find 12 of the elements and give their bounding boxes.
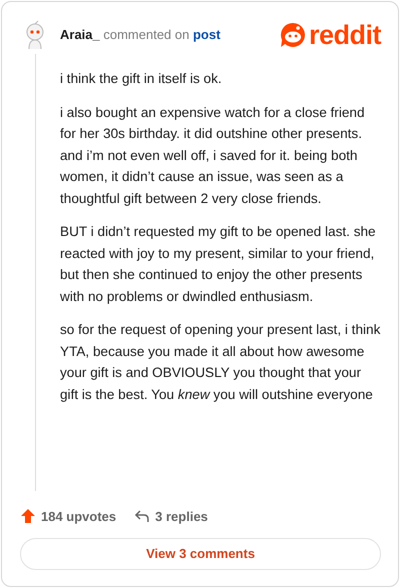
view-comments-button[interactable]: View 3 comments xyxy=(20,538,381,570)
brand-wordmark: reddit xyxy=(308,22,381,48)
upvote-arrow-icon[interactable] xyxy=(20,508,36,524)
reply-arrow-icon[interactable] xyxy=(134,508,150,524)
comment-attribution: Araia_ commented on post xyxy=(60,26,220,44)
reply-count: 3 replies xyxy=(155,508,208,526)
upvote-count: 184 upvotes xyxy=(41,508,116,526)
reddit-logo-icon xyxy=(280,22,306,48)
comment-paragraph: BUT i didn’t requested my gift to be opened last. she reacted with joy to my present, similar to your friend, but then she continued to enjoy the other presents with no problems or dwindled enthusiasm. xyxy=(60,223,377,306)
comment-paragraph: so for the request of opening your present last, i think YTA, because you made it all about how awesome your gift is and OBVIOUSLY you thought that your gift is the best. You knew you will outshine everyone xyxy=(60,321,381,404)
comment-paragraph: i also bought an expensive watch for a close friend for her 30s birthday. it did outshine other presents. and i’m not even well off, i saved for it. being both women, it didn’t cause an issue, was seen as a thoughtful gift between 2 very close friends. xyxy=(60,104,366,208)
comment-paragraph: i think the gift in itself is ok. xyxy=(60,70,223,88)
